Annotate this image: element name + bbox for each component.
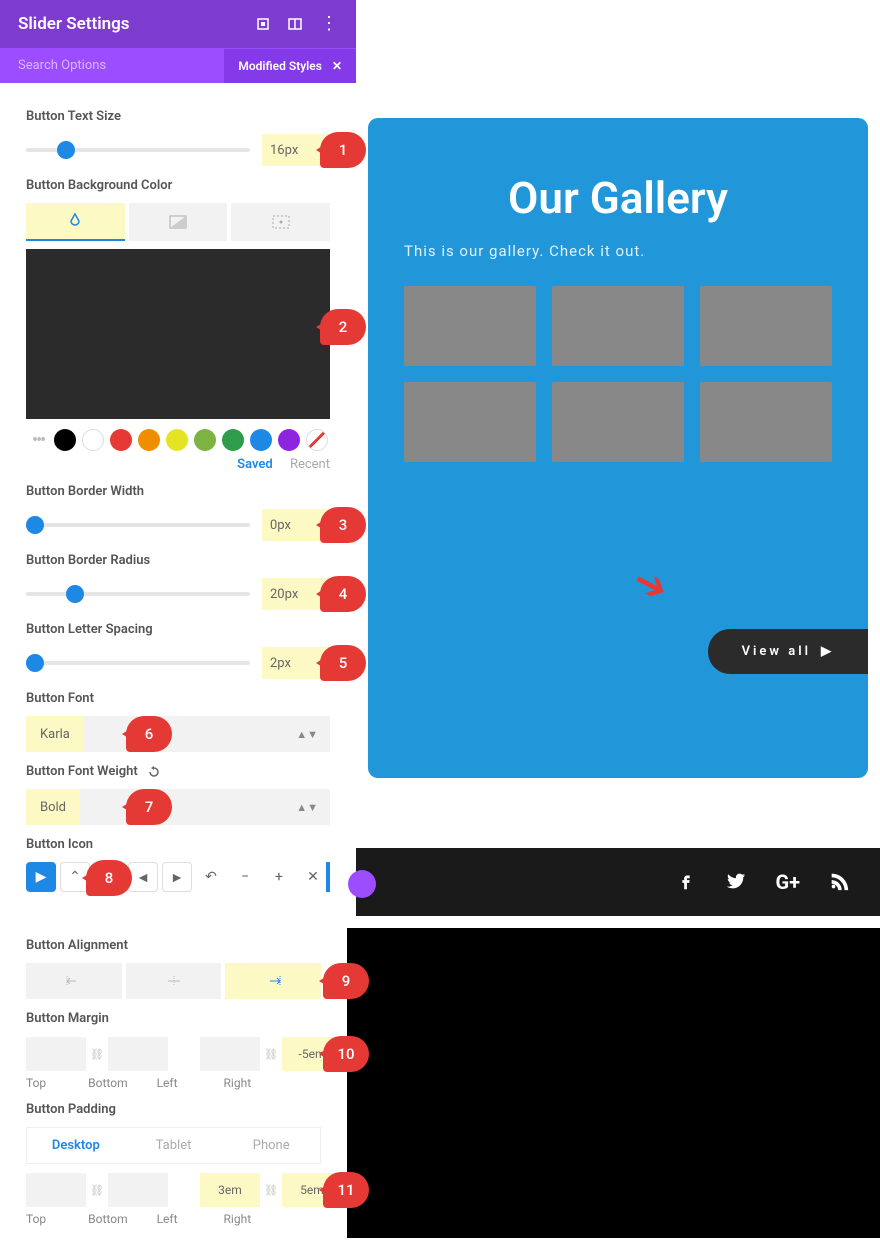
callout-5: 5: [320, 645, 366, 681]
callout-10: 10: [323, 1036, 369, 1072]
font-select[interactable]: Karla ▲▼: [26, 716, 330, 752]
caret-icon: ▲▼: [296, 728, 318, 741]
alignment-label: Button Alignment: [26, 938, 321, 953]
border-width-label: Button Border Width: [26, 484, 330, 499]
link-icon[interactable]: ⛓: [86, 1037, 108, 1071]
align-left[interactable]: [26, 963, 122, 999]
gallery-image[interactable]: [700, 382, 832, 462]
padding-left[interactable]: [200, 1173, 260, 1207]
font-label: Button Font: [26, 691, 330, 706]
border-width-slider[interactable]: [26, 523, 250, 527]
border-radius-slider[interactable]: [26, 592, 250, 596]
icon-circle-right[interactable]: ►: [162, 862, 192, 892]
callout-11: 11: [323, 1172, 369, 1208]
font-weight-label: Button Font Weight: [26, 764, 330, 779]
gallery-image[interactable]: [552, 286, 684, 366]
text-size-label: Button Text Size: [26, 109, 330, 124]
swatch-yellow[interactable]: [166, 429, 188, 451]
color-tab-solid[interactable]: [26, 203, 125, 241]
color-tab-gradient[interactable]: [129, 203, 228, 241]
fab-icon[interactable]: [348, 870, 376, 898]
color-swatches: •••: [26, 429, 330, 451]
callout-8: 8: [86, 860, 132, 896]
device-tablet[interactable]: Tablet: [125, 1128, 223, 1163]
padding-bottom[interactable]: [108, 1173, 168, 1207]
icon-label: Button Icon: [26, 837, 330, 852]
icon-picker: ▶ ⌃ ⌄ ◄ ► ↶ − + ✕ 8: [26, 862, 330, 892]
swatch-black[interactable]: [54, 429, 76, 451]
swatch-blue[interactable]: [250, 429, 272, 451]
swatch-red[interactable]: [110, 429, 132, 451]
panel-subheader: Search Options Modified Styles ✕: [0, 48, 356, 83]
saved-tab[interactable]: Saved: [237, 457, 273, 472]
align-center[interactable]: [126, 963, 222, 999]
text-size-slider[interactable]: [26, 148, 250, 152]
arrow-right-icon: ▶: [821, 644, 834, 659]
twitter-icon[interactable]: [725, 870, 747, 894]
slide-subtitle: This is our gallery. Check it out.: [404, 242, 832, 260]
slide-title: Our Gallery: [404, 172, 832, 224]
callout-2: 2: [320, 309, 366, 345]
callout-7: 7: [126, 789, 172, 825]
letter-spacing-slider[interactable]: [26, 661, 250, 665]
expand-icon[interactable]: [256, 17, 270, 31]
color-preview[interactable]: [26, 249, 330, 419]
icon-plus[interactable]: +: [264, 862, 294, 892]
margin-top[interactable]: [26, 1037, 86, 1071]
color-tab-image[interactable]: [231, 203, 330, 241]
callout-1: 1: [320, 132, 366, 168]
panel-header: Slider Settings ⋮: [0, 0, 356, 48]
callout-9: 9: [323, 963, 369, 999]
padding-top[interactable]: [26, 1173, 86, 1207]
margin-bottom[interactable]: [108, 1037, 168, 1071]
border-radius-label: Button Border Radius: [26, 553, 330, 568]
slide-preview: Our Gallery This is our gallery. Check i…: [368, 118, 868, 778]
gallery-image[interactable]: [552, 382, 684, 462]
search-options[interactable]: Search Options: [0, 48, 124, 83]
callout-6: 6: [126, 716, 172, 752]
rss-icon[interactable]: [828, 870, 850, 894]
icon-circle-left[interactable]: ◄: [128, 862, 158, 892]
align-right[interactable]: [225, 963, 321, 999]
link-icon[interactable]: ⛓: [260, 1173, 282, 1207]
gallery-image[interactable]: [404, 382, 536, 462]
columns-icon[interactable]: [288, 17, 302, 31]
callout-3: 3: [320, 507, 366, 543]
swatch-lime[interactable]: [194, 429, 216, 451]
padding-label: Button Padding: [26, 1102, 321, 1117]
view-all-button[interactable]: View all▶: [708, 629, 868, 674]
reset-icon[interactable]: [147, 765, 161, 779]
device-phone[interactable]: Phone: [222, 1128, 320, 1163]
device-desktop[interactable]: Desktop: [27, 1128, 125, 1163]
icon-arrow-right[interactable]: ▶: [26, 862, 56, 892]
filter-badge[interactable]: Modified Styles ✕: [224, 49, 356, 83]
font-weight-select[interactable]: Bold ▲▼: [26, 789, 330, 825]
swatch-purple[interactable]: [278, 429, 300, 451]
icon-close[interactable]: ✕: [298, 862, 328, 892]
panel-title: Slider Settings: [18, 14, 130, 34]
margin-label: Button Margin: [26, 1011, 321, 1026]
swatch-green[interactable]: [222, 429, 244, 451]
link-icon[interactable]: ⛓: [86, 1173, 108, 1207]
letter-spacing-label: Button Letter Spacing: [26, 622, 330, 637]
pointer-arrow-icon: ➔: [625, 556, 677, 613]
gallery-image[interactable]: [700, 286, 832, 366]
margin-left[interactable]: [200, 1037, 260, 1071]
callout-4: 4: [320, 576, 366, 612]
link-icon[interactable]: ⛓: [260, 1037, 282, 1071]
swatch-white[interactable]: [82, 429, 104, 451]
caret-icon: ▲▼: [296, 801, 318, 814]
facebook-icon[interactable]: [675, 870, 697, 894]
icon-minus[interactable]: −: [230, 862, 260, 892]
icon-undo[interactable]: ↶: [196, 862, 226, 892]
footer: G+: [356, 848, 880, 916]
gallery-image[interactable]: [404, 286, 536, 366]
recent-tab[interactable]: Recent: [290, 457, 330, 472]
close-icon[interactable]: ✕: [332, 59, 342, 73]
google-plus-icon[interactable]: G+: [775, 870, 800, 894]
swatch-orange[interactable]: [138, 429, 160, 451]
swatch-none[interactable]: [306, 429, 328, 451]
bg-color-label: Button Background Color: [26, 178, 330, 193]
more-icon[interactable]: •••: [32, 430, 44, 451]
